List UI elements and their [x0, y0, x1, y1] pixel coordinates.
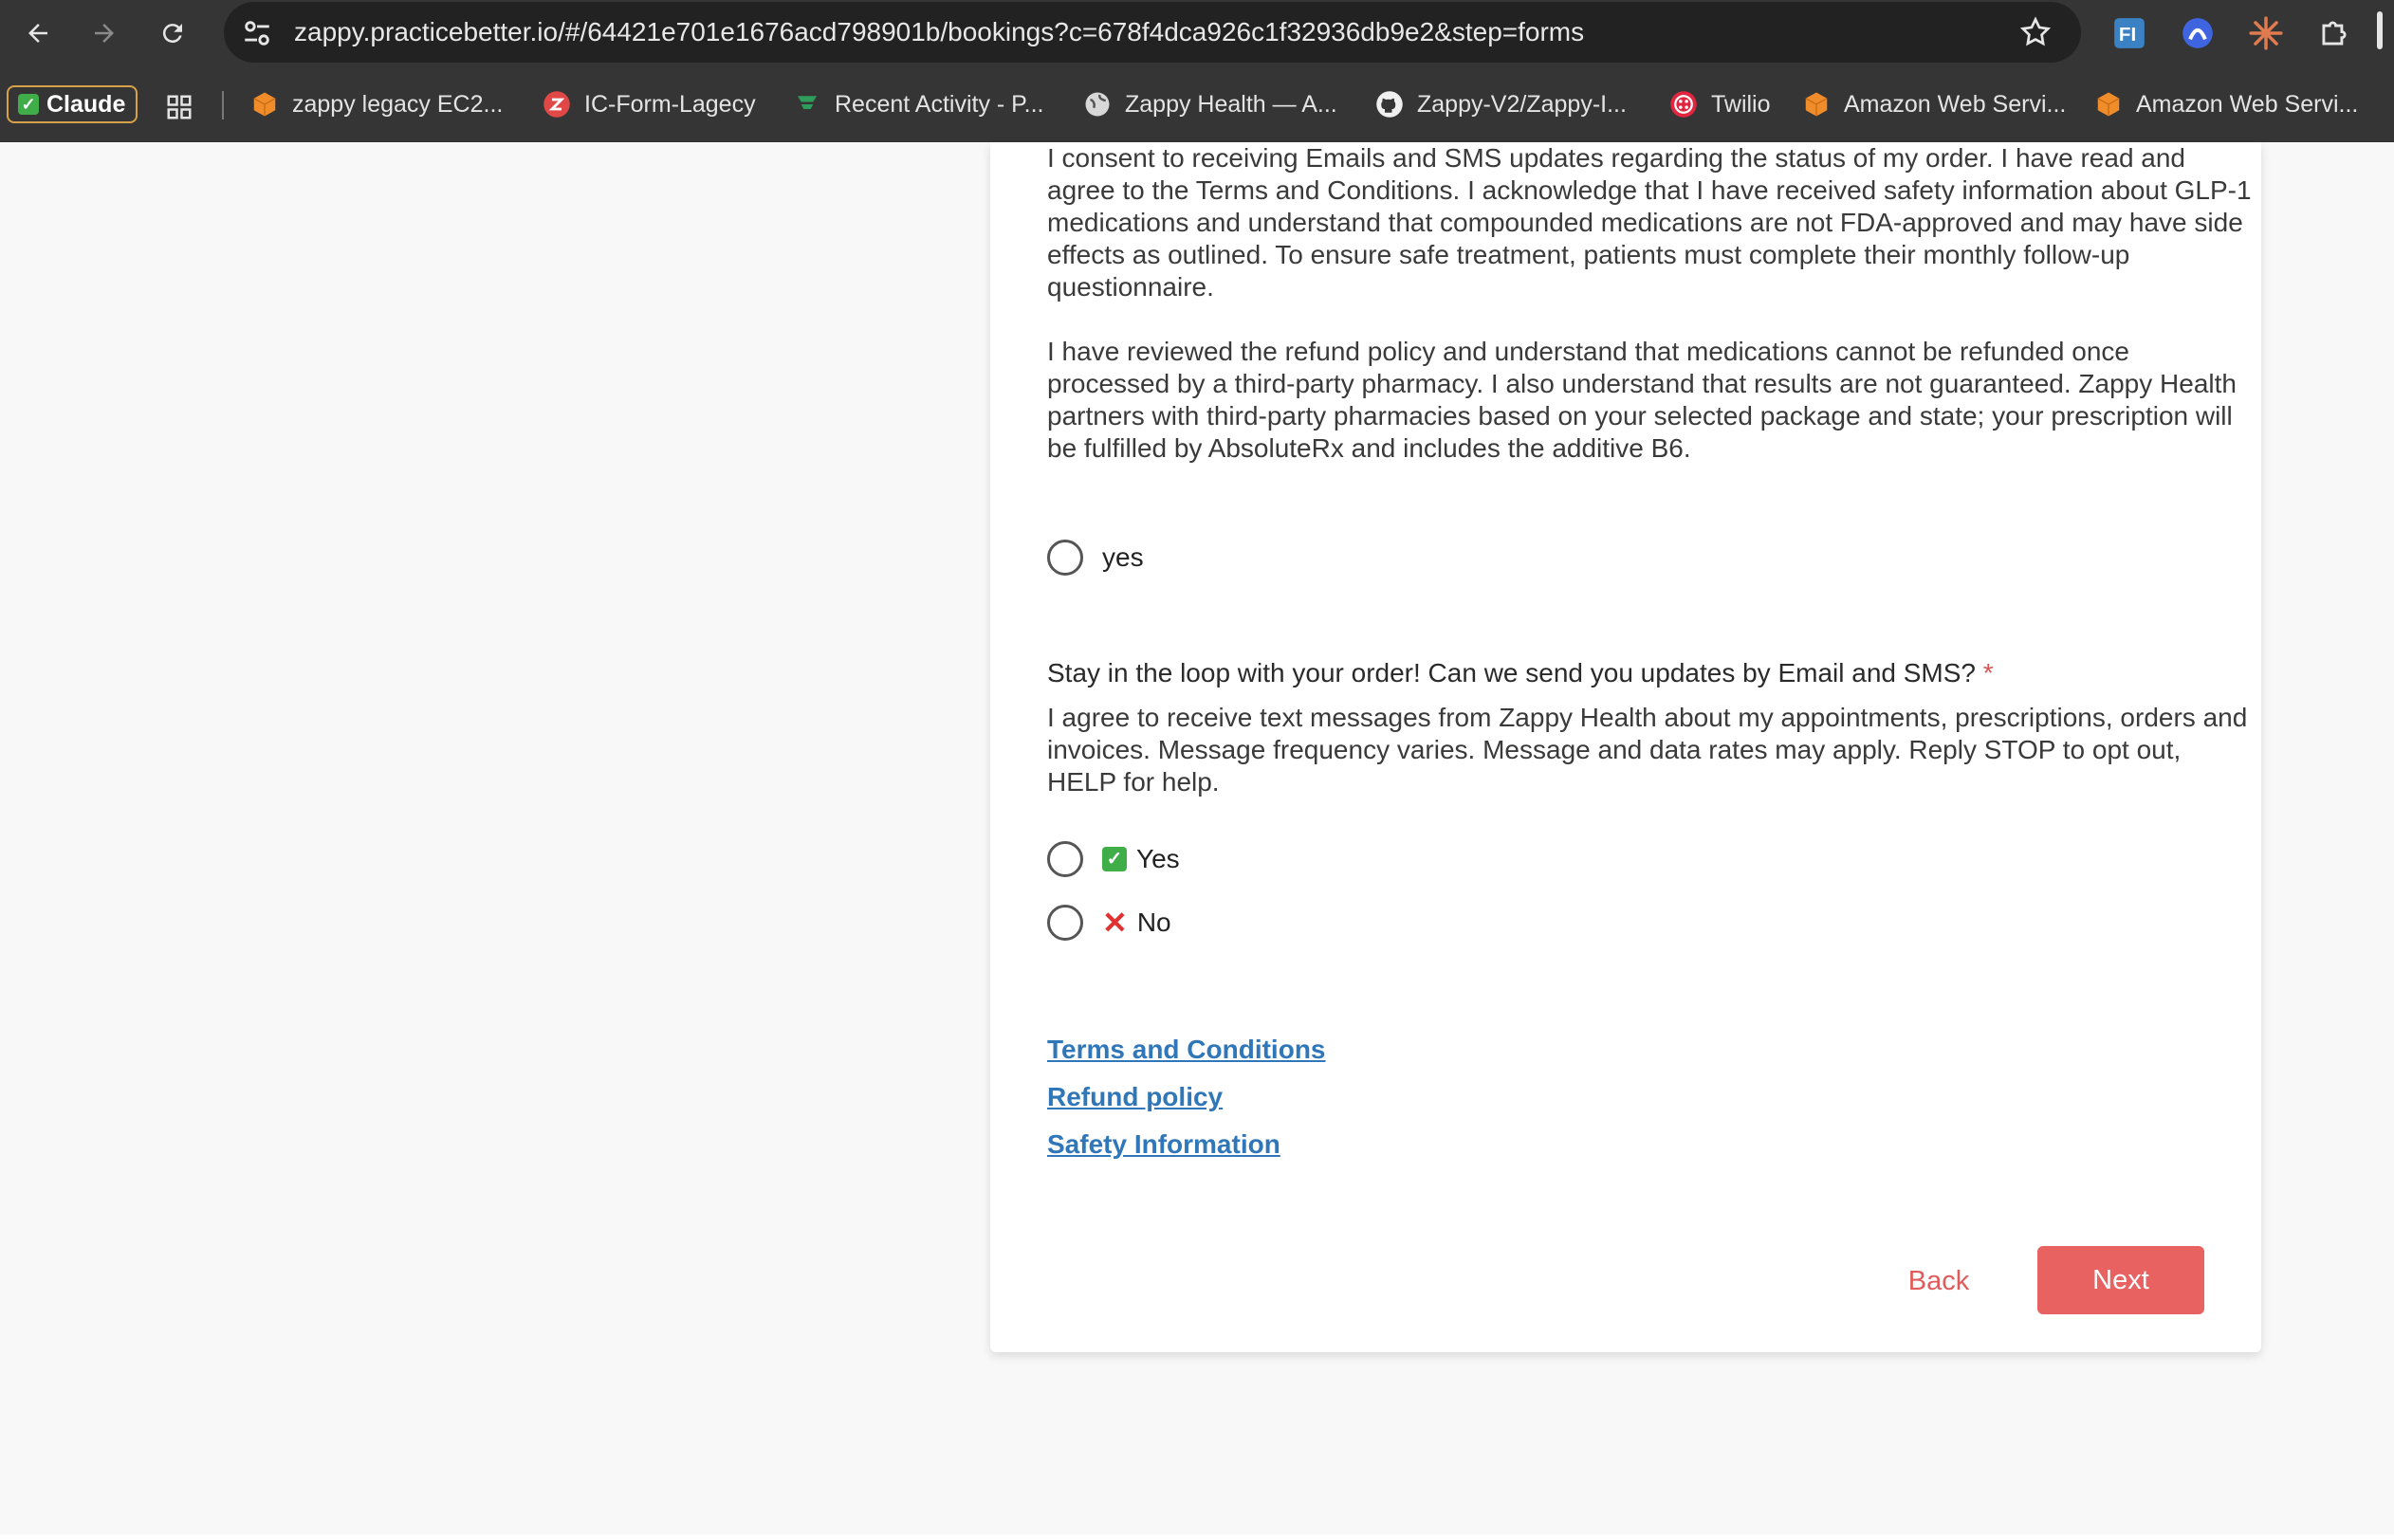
github-icon	[1376, 91, 1403, 118]
back-arrow-icon[interactable]	[21, 16, 55, 50]
consent-paragraph-1: I consent to receiving Emails and SMS up…	[1047, 143, 2252, 302]
radio-button[interactable]	[1047, 905, 1083, 941]
fi-extension-icon[interactable]: FI	[2111, 15, 2147, 51]
sms-question: Stay in the loop with your order! Can we…	[1047, 658, 1994, 688]
bookmark-zappy-legacy[interactable]: zappy legacy EC2...	[250, 85, 503, 123]
cross-mark-icon: ✕	[1102, 906, 1128, 940]
site-settings-icon[interactable]	[241, 17, 273, 49]
back-button[interactable]: Back	[1882, 1248, 1996, 1314]
safety-information-link[interactable]: Safety Information	[1047, 1129, 1280, 1160]
bookmark-ic-form[interactable]: IC-Form-Lagecy	[543, 85, 756, 123]
aws-cube-icon	[1805, 92, 1828, 117]
option-label: No	[1136, 908, 1171, 937]
bookmark-twilio[interactable]: Twilio	[1669, 85, 1771, 123]
radio-button[interactable]	[1047, 841, 1083, 877]
aws-cube-icon	[2097, 92, 2120, 117]
arc-extension-icon[interactable]	[2180, 15, 2216, 51]
sms-no-option[interactable]: ✕ No	[1047, 905, 1171, 941]
bookmark-claude[interactable]: ✓ Claude	[7, 85, 138, 123]
sms-yes-option[interactable]: ✓ Yes	[1047, 841, 1180, 877]
claude-extension-icon[interactable]	[2248, 15, 2284, 51]
globe-icon	[1085, 92, 1110, 117]
radio-button[interactable]	[1047, 540, 1083, 576]
bookmark-zappy-health[interactable]: Zappy Health — A...	[1083, 85, 1337, 123]
svg-text:FI: FI	[2119, 24, 2136, 46]
reload-icon[interactable]	[156, 16, 190, 50]
next-button[interactable]: Next	[2037, 1246, 2204, 1314]
form-card: I consent to receiving Emails and SMS up…	[990, 142, 2261, 1352]
refund-policy-link[interactable]: Refund policy	[1047, 1082, 1223, 1112]
option-label: yes	[1102, 542, 1144, 572]
address-bar[interactable]: zappy.practicebetter.io/#/64421e701e1676…	[224, 2, 2081, 63]
aws-cube-icon	[253, 92, 276, 117]
page-background: I consent to receiving Emails and SMS up…	[0, 142, 2394, 1534]
bookmark-aws-1[interactable]: Amazon Web Servi...	[1802, 85, 2066, 123]
option-label: Yes	[1136, 844, 1180, 873]
required-marker: *	[1982, 658, 1994, 688]
check-mark-icon: ✓	[1102, 847, 1127, 871]
bookmark-star-icon[interactable]	[2018, 15, 2053, 49]
extensions-puzzle-icon[interactable]	[2316, 15, 2352, 51]
consent-yes-option[interactable]: yes	[1047, 540, 1144, 576]
bookmark-recent-activity[interactable]: Recent Activity - P...	[793, 85, 1043, 123]
check-icon: ✓	[18, 94, 39, 115]
forward-arrow-icon[interactable]	[87, 16, 121, 50]
bookmark-github[interactable]: Zappy-V2/Zappy-I...	[1375, 85, 1627, 123]
z-logo-icon	[543, 91, 570, 118]
bookmark-separator	[222, 91, 224, 119]
apps-grid-icon[interactable]	[165, 93, 193, 121]
browser-toolbar: zappy.practicebetter.io/#/64421e701e1676…	[0, 0, 2394, 66]
consent-paragraph-2: I have reviewed the refund policy and un…	[1047, 337, 2237, 463]
menu-kebab-icon[interactable]	[2377, 11, 2383, 49]
bars-icon	[798, 96, 817, 109]
sms-description: I agree to receive text messages from Za…	[1047, 703, 2248, 797]
url-text[interactable]: zappy.practicebetter.io/#/64421e701e1676…	[294, 2, 1584, 63]
twilio-icon	[1670, 91, 1697, 118]
bookmark-label: Claude	[46, 90, 126, 118]
terms-link[interactable]: Terms and Conditions	[1047, 1035, 1326, 1065]
bottom-edge	[0, 1534, 2394, 1540]
bookmark-aws-2[interactable]: Amazon Web Servi...	[2094, 85, 2358, 123]
